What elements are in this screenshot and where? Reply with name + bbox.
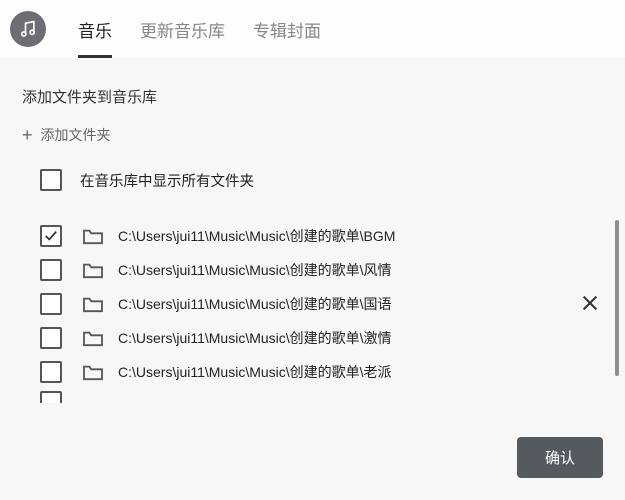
confirm-button[interactable]: 确认 [517, 437, 603, 478]
app-header: 音乐更新音乐库专辑封面 [0, 0, 625, 58]
folder-row: C:\Users\jui11\Music\Music\创建的歌单\老派 [40, 355, 567, 389]
folder-checkbox[interactable] [40, 293, 62, 315]
folder-icon [82, 295, 104, 313]
tab-1[interactable]: 更新音乐库 [126, 0, 239, 58]
add-folder-label: 添加文件夹 [41, 125, 111, 145]
header-tabs: 音乐更新音乐库专辑封面 [64, 0, 335, 58]
folder-checkbox[interactable] [40, 225, 62, 247]
folder-list: C:\Users\jui11\Music\Music\创建的歌单\BGM C:\U… [22, 219, 603, 403]
folder-checkbox[interactable] [40, 361, 62, 383]
folder-path: C:\Users\jui11\Music\Music\创建的歌单\国语 [118, 294, 392, 314]
folder-path: C:\Users\jui11\Music\Music\创建的歌单\激情 [118, 328, 392, 348]
close-icon[interactable] [581, 294, 599, 312]
show-all-checkbox[interactable] [40, 169, 62, 191]
folder-checkbox[interactable] [40, 327, 62, 349]
folder-icon [82, 261, 104, 279]
add-folder-button[interactable]: + 添加文件夹 [22, 125, 603, 145]
show-all-label: 在音乐库中显示所有文件夹 [80, 170, 254, 191]
folder-row: C:\Users\jui11\Music\Music\创建的歌单\BGM [40, 219, 567, 253]
folder-row: C:\Users\jui11\Music\Music\创建的歌单\国语 [40, 287, 567, 321]
folder-path: C:\Users\jui11\Music\Music\创建的歌单\BGM [118, 226, 395, 246]
folder-row: C:\Users\jui11\Music\Music\创建的歌单\风情 [40, 253, 567, 287]
main-body: 添加文件夹到音乐库 + 添加文件夹 在音乐库中显示所有文件夹 C:\Users\… [0, 58, 625, 500]
show-all-row: 在音乐库中显示所有文件夹 [22, 169, 603, 191]
folder-row-partial [40, 391, 567, 403]
music-app-icon [10, 11, 46, 47]
folder-row: C:\Users\jui11\Music\Music\创建的歌单\激情 [40, 321, 567, 355]
plus-icon: + [22, 126, 33, 144]
section-title: 添加文件夹到音乐库 [22, 86, 603, 107]
folder-checkbox[interactable] [40, 259, 62, 281]
folder-icon [82, 363, 104, 381]
folder-icon [82, 329, 104, 347]
folder-icon [82, 227, 104, 245]
tab-2[interactable]: 专辑封面 [239, 0, 335, 58]
folder-path: C:\Users\jui11\Music\Music\创建的歌单\老派 [118, 362, 392, 382]
tab-0[interactable]: 音乐 [64, 0, 126, 58]
folder-path: C:\Users\jui11\Music\Music\创建的歌单\风情 [118, 260, 392, 280]
scrollbar[interactable] [615, 220, 619, 376]
